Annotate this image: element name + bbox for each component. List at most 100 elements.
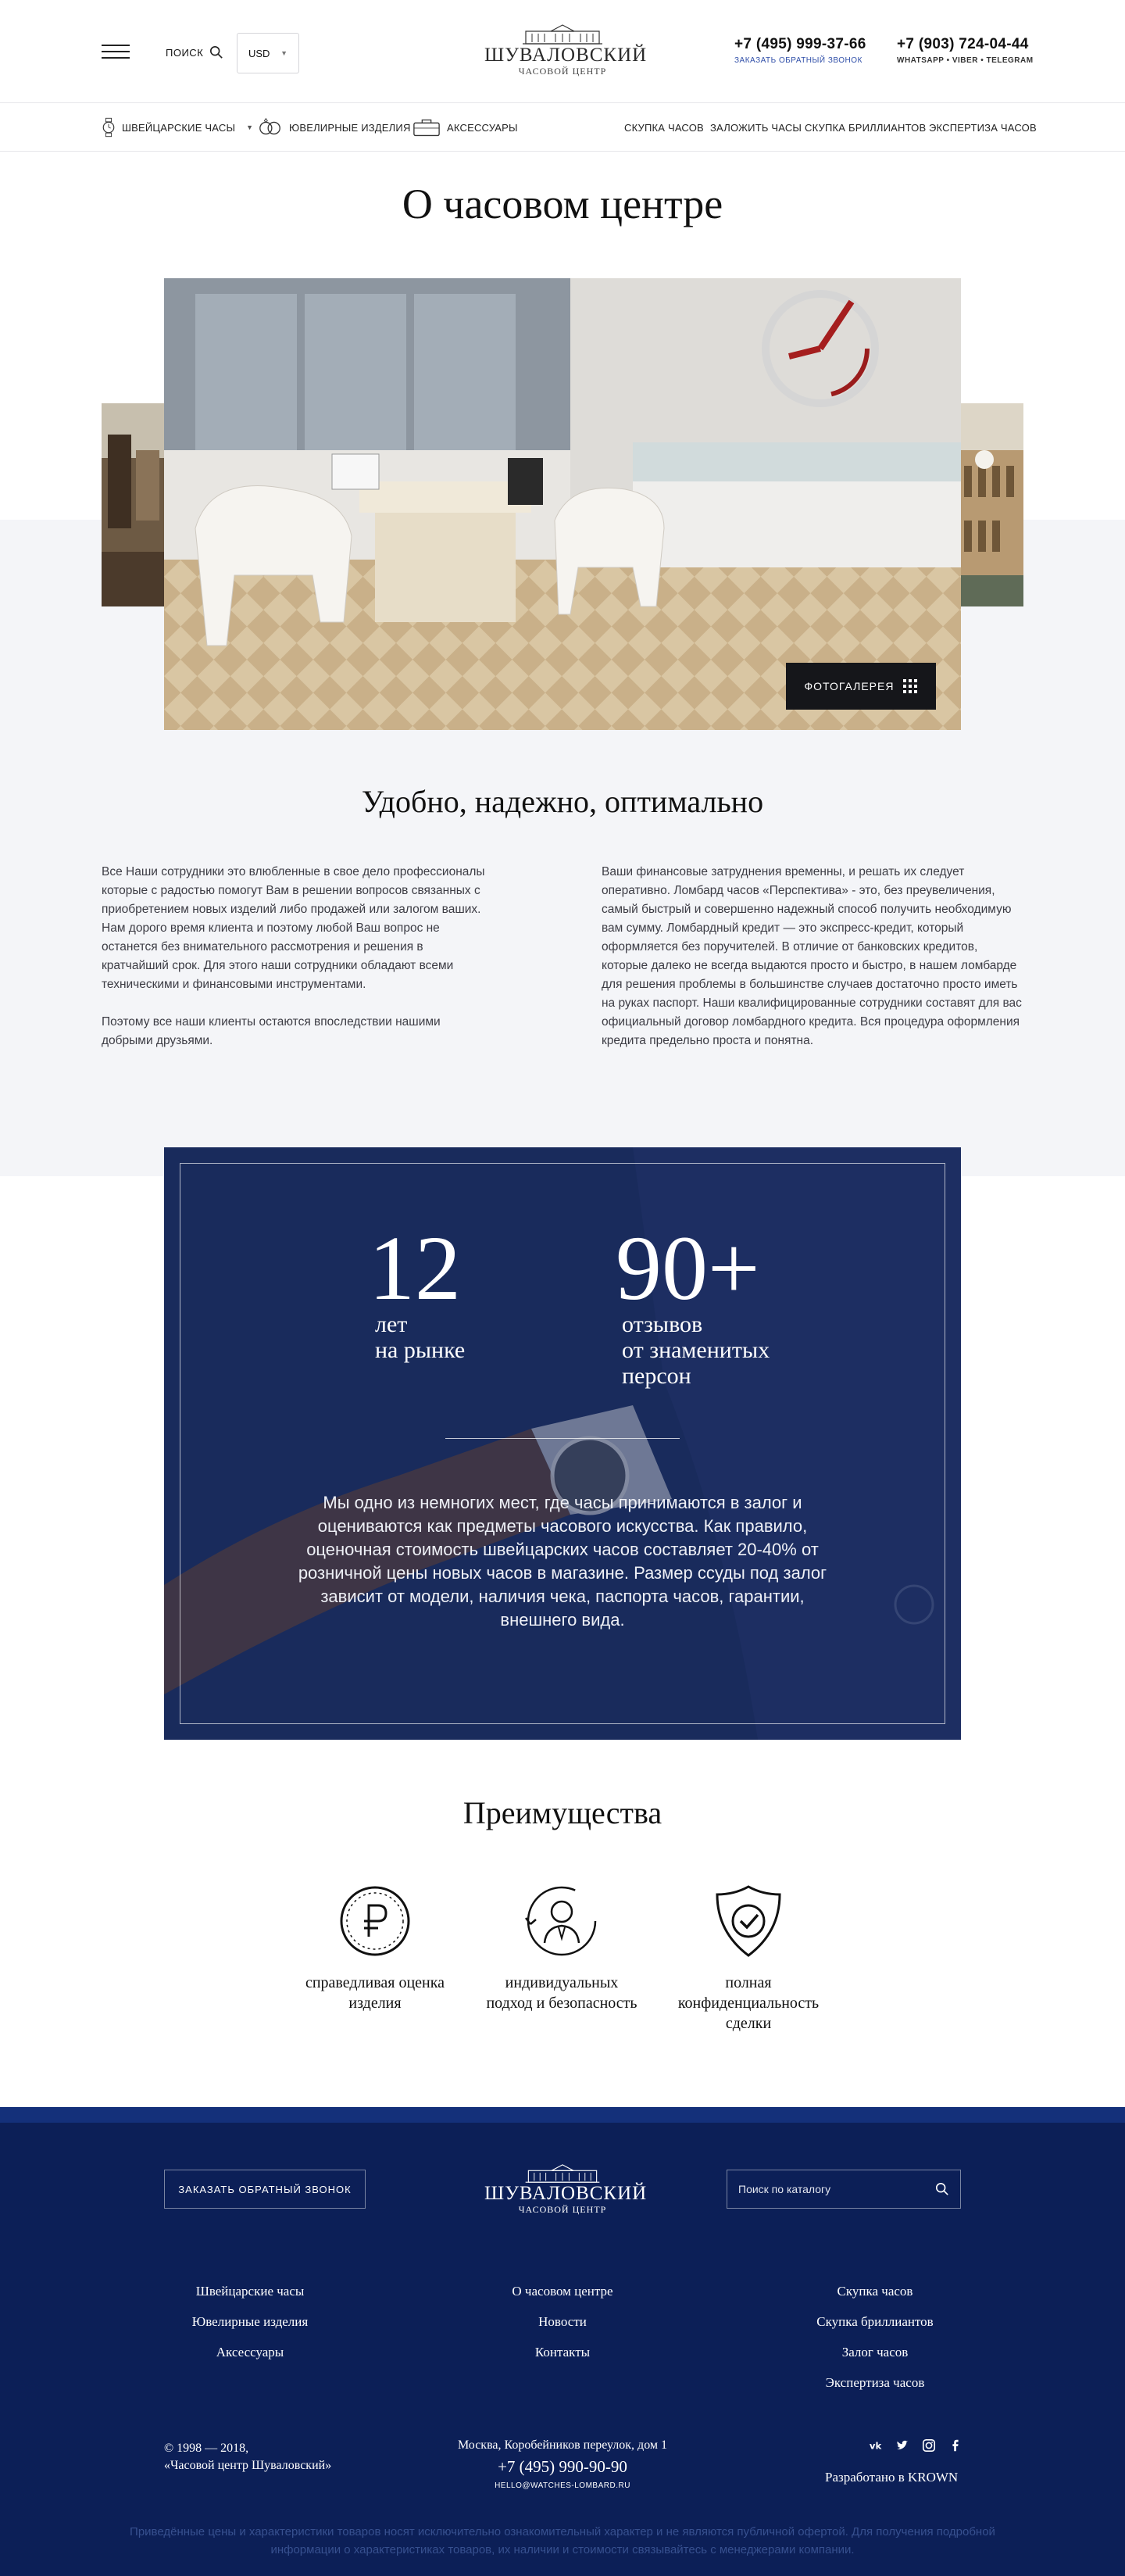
grid-icon bbox=[903, 679, 918, 693]
advantage-text: полная конфиденциальность сделки bbox=[659, 1973, 838, 2034]
footer-link[interactable]: Скупка бриллиантов bbox=[758, 2306, 992, 2337]
stat-reviews-label: отзывов от знаменитых персон bbox=[622, 1311, 770, 1389]
advantage-line: изделия bbox=[348, 1995, 402, 2012]
rings-icon bbox=[259, 117, 280, 135]
advantage-line: конфиденциальность bbox=[677, 1995, 820, 2012]
search-icon bbox=[210, 45, 223, 59]
nav-item-accessories[interactable]: Аксессуары bbox=[412, 103, 518, 152]
messengers-note: WHATSAPP • VIBER • TELEGRAM bbox=[897, 56, 1034, 65]
nav-item-watch-expertise[interactable]: Экспертиза часов bbox=[929, 103, 1037, 152]
search-button[interactable]: ПОИСК bbox=[166, 45, 223, 59]
nav-item-jewelry[interactable]: Ювелирные изделия bbox=[258, 103, 411, 152]
about-text-left: Все Наши сотрудники это влюбленные в сво… bbox=[102, 863, 492, 1050]
gallery-next-thumb[interactable] bbox=[961, 403, 1023, 606]
footer-contacts: Москва, Коробейников переулок, дом 1 +7 … bbox=[406, 2438, 719, 2490]
currency-select[interactable]: USD ▼ bbox=[237, 33, 299, 73]
advantage-individual-approach: индивидуальных подход и безопасность bbox=[472, 1884, 652, 2013]
social-links: vk bbox=[869, 2438, 962, 2453]
footer-link[interactable]: Экспертиза часов bbox=[758, 2367, 992, 2398]
callback-link[interactable]: ЗАКАЗАТЬ ОБРАТНЫЙ ЗВОНОК bbox=[734, 56, 866, 65]
stats-frame bbox=[180, 1163, 945, 1724]
building-thumb-image bbox=[961, 403, 1023, 606]
advantage-line: индивидуальных bbox=[505, 1974, 619, 1991]
footer-logo-subtitle: ЧАСОВОЙ ЦЕНТР bbox=[518, 2204, 607, 2215]
nav-label: Экспертиза часов bbox=[929, 121, 1037, 134]
menu-icon[interactable] bbox=[102, 45, 130, 62]
site-header: ПОИСК USD ▼ ШУВАЛОВСКИЙ ЧАСОВОЙ ЦЕНТР +7… bbox=[0, 0, 1125, 103]
search-label: ПОИСК bbox=[166, 46, 204, 59]
about-paragraph: Ваши финансовые затруднения временны, и … bbox=[602, 865, 1022, 1047]
developer-credit[interactable]: Разработано в KROWN bbox=[825, 2470, 958, 2485]
vk-icon[interactable]: vk bbox=[869, 2438, 883, 2453]
gallery-prev-thumb[interactable] bbox=[102, 403, 164, 606]
footer-link[interactable]: О часовом центре bbox=[445, 2276, 680, 2306]
footer-search bbox=[727, 2170, 961, 2209]
chevron-down-icon: ▼ bbox=[246, 123, 254, 131]
twitter-icon[interactable] bbox=[895, 2438, 909, 2453]
nav-label: Скупка часов bbox=[624, 121, 704, 134]
about-title: Удобно, надежно, оптимально bbox=[361, 784, 764, 819]
building-logo-icon bbox=[525, 2164, 600, 2183]
footer-link[interactable]: Ювелирные изделия bbox=[133, 2306, 367, 2337]
logo-subtitle: ЧАСОВОЙ ЦЕНТР bbox=[518, 66, 607, 77]
watch-icon bbox=[102, 117, 115, 138]
photo-gallery-button[interactable]: ФОТОГАЛЕРЕЯ bbox=[786, 663, 936, 710]
advantage-confidentiality: полная конфиденциальность сделки bbox=[659, 1884, 838, 2034]
advantage-line: подход и безопасность bbox=[486, 1995, 638, 2012]
footer-link[interactable]: Скупка часов bbox=[758, 2276, 992, 2306]
site-footer: ЗАКАЗАТЬ ОБРАТНЫЙ ЗВОНОК ШУВАЛОВСКИЙ ЧАС… bbox=[0, 2107, 1125, 2576]
logo[interactable]: ШУВАЛОВСКИЙ ЧАСОВОЙ ЦЕНТР bbox=[484, 23, 648, 77]
shield-check-icon bbox=[716, 1885, 781, 1957]
stat-years: 12 лет на рынке bbox=[369, 1217, 466, 1364]
search-icon[interactable] bbox=[935, 2182, 949, 2196]
advantage-text: индивидуальных подход и безопасность bbox=[472, 1973, 652, 2013]
consultant-icon bbox=[525, 1886, 597, 1956]
nav-label: Швейцарские часы bbox=[122, 121, 236, 134]
nav-item-buy-watches[interactable]: Скупка часов bbox=[624, 103, 704, 152]
nav-item-buy-diamonds[interactable]: Скупка бриллиантов bbox=[805, 103, 926, 152]
currency-value: USD bbox=[248, 47, 270, 59]
chevron-down-icon: ▼ bbox=[280, 49, 288, 57]
footer-logo[interactable]: ШУВАЛОВСКИЙ ЧАСОВОЙ ЦЕНТР bbox=[484, 2163, 646, 2216]
stats-banner: 12 лет на рынке 90+ отзывов от знамениты… bbox=[164, 1147, 961, 1740]
facebook-icon[interactable] bbox=[948, 2438, 962, 2453]
footer-link[interactable]: Новости bbox=[445, 2306, 680, 2337]
footer-callback-button[interactable]: ЗАКАЗАТЬ ОБРАТНЫЙ ЗВОНОК bbox=[164, 2170, 366, 2209]
phone-messengers[interactable]: +7 (903) 724-04-44 bbox=[897, 36, 1034, 53]
stat-label-line: от знаменитых bbox=[622, 1337, 770, 1363]
phone-block-messengers: +7 (903) 724-04-44 WHATSAPP • VIBER • TE… bbox=[897, 36, 1034, 65]
about-text-right: Ваши финансовые затруднения временны, и … bbox=[602, 863, 1023, 1050]
advantage-fair-valuation: справедливая оценка изделия bbox=[285, 1884, 465, 2013]
nav-item-pawn-watches[interactable]: Заложить часы bbox=[710, 103, 802, 152]
footer-catalog-links: Швейцарские часы Ювелирные изделия Аксес… bbox=[133, 2276, 367, 2367]
stat-years-value: 12 bbox=[369, 1217, 461, 1319]
nav-label: Аксессуары bbox=[447, 121, 518, 134]
nav-label: Ювелирные изделия bbox=[289, 121, 411, 134]
footer-services-links: Скупка часов Скупка бриллиантов Залог ча… bbox=[758, 2276, 992, 2398]
instagram-icon[interactable] bbox=[922, 2438, 936, 2453]
advantage-line: полная bbox=[725, 1974, 772, 1991]
phone-main[interactable]: +7 (495) 999-37-66 bbox=[734, 36, 866, 53]
phone-block-main: +7 (495) 999-37-66 ЗАКАЗАТЬ ОБРАТНЫЙ ЗВО… bbox=[734, 36, 866, 65]
stats-description: Мы одно из немногих мест, где часы прини… bbox=[298, 1493, 827, 1630]
bag-icon bbox=[413, 119, 440, 137]
footer-link[interactable]: Аксессуары bbox=[133, 2337, 367, 2367]
advantage-text: справедливая оценка изделия bbox=[285, 1973, 465, 2013]
catalog-search-input[interactable] bbox=[738, 2183, 935, 2195]
footer-phone[interactable]: +7 (495) 990-90-90 bbox=[406, 2457, 719, 2477]
copyright: © 1998 — 2018, «Часовой центр Шуваловски… bbox=[164, 2440, 331, 2474]
nav-label: Заложить часы bbox=[710, 121, 802, 134]
logo-name: ШУВАЛОВСКИЙ bbox=[484, 45, 648, 66]
footer-link[interactable]: Швейцарские часы bbox=[133, 2276, 367, 2306]
page-title: О часовом центре bbox=[402, 181, 723, 227]
building-logo-icon bbox=[523, 24, 602, 45]
footer-link[interactable]: Залог часов bbox=[758, 2337, 992, 2367]
stat-label-line: на рынке bbox=[375, 1337, 466, 1363]
footer-email[interactable]: HELLO@WATCHES-LOMBARD.RU bbox=[406, 2481, 719, 2490]
footer-link[interactable]: Контакты bbox=[445, 2337, 680, 2367]
about-paragraph: Все Наши сотрудники это влюбленные в сво… bbox=[102, 865, 485, 991]
svg-text:vk: vk bbox=[870, 2441, 882, 2452]
stat-reviews-value: 90+ bbox=[616, 1217, 760, 1319]
nav-item-swiss-watches[interactable]: Швейцарские часы ▼ bbox=[102, 103, 253, 152]
main-nav: Швейцарские часы ▼ Ювелирные изделия Акс… bbox=[0, 103, 1125, 152]
